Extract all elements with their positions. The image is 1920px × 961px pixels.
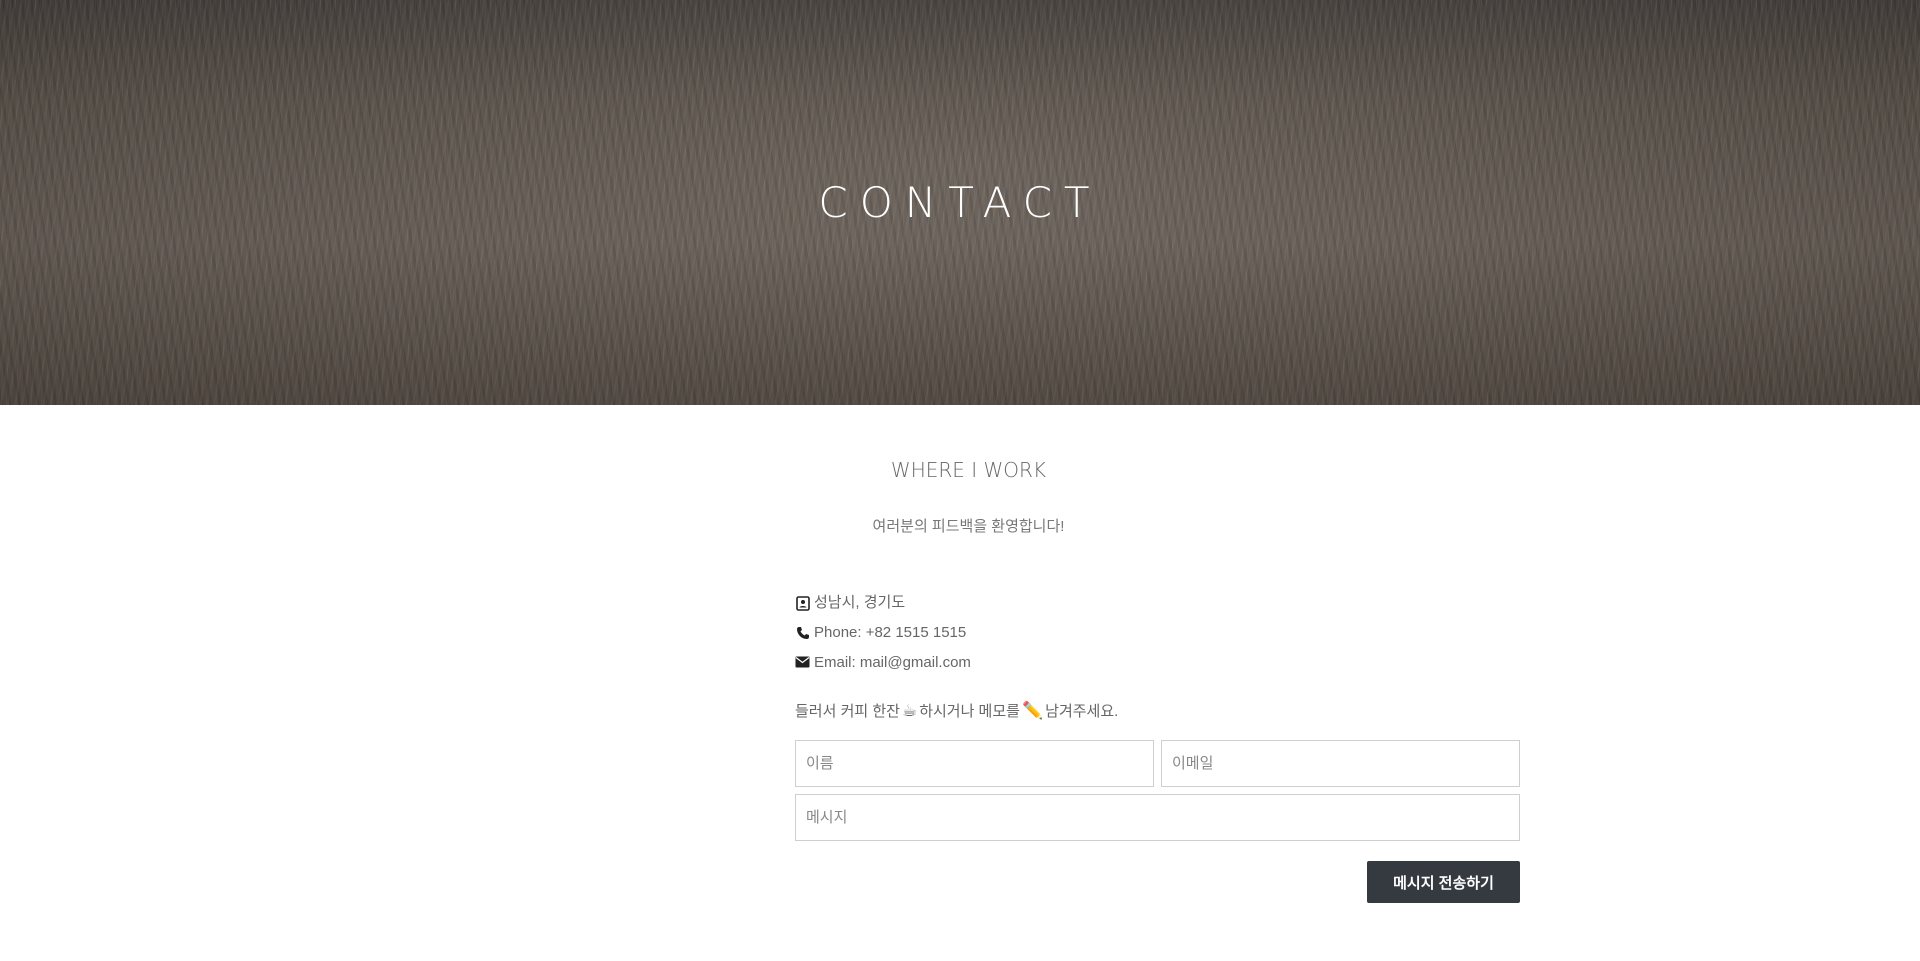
address-card-icon	[795, 595, 810, 611]
address-text: 성남시, 경기도	[814, 594, 906, 611]
section-title: WHERE I WORK	[890, 458, 1047, 482]
email-text: Email: mail@gmail.com	[814, 654, 971, 671]
envelope-icon	[795, 656, 810, 671]
phone-text: Phone: +82 1515 1515	[814, 624, 967, 641]
invite-part1: 들러서 커피 한잔	[795, 703, 900, 720]
invite-text: 들러서 커피 한잔 ☕ 하시거나 메모를 ✏️ 남겨주세요.	[795, 700, 1118, 721]
hero-banner: CONTACT	[0, 0, 1920, 405]
coffee-icon: ☕	[901, 700, 918, 720]
address-row: 성남시, 경기도	[795, 588, 971, 618]
name-field[interactable]	[795, 740, 1154, 787]
email-field[interactable]	[1161, 740, 1520, 787]
pencil-icon: ✏️	[1021, 700, 1044, 720]
page-title: CONTACT	[818, 178, 1102, 227]
phone-row: Phone: +82 1515 1515	[795, 618, 971, 648]
phone-icon	[795, 626, 810, 641]
contact-info: 성남시, 경기도 Phone: +82 1515 1515 Email: mai…	[795, 588, 971, 678]
message-field[interactable]	[795, 794, 1520, 841]
invite-part3: 남겨주세요.	[1045, 703, 1119, 720]
send-message-button[interactable]: 메시지 전송하기	[1367, 861, 1520, 903]
invite-part2: 하시거나 메모를	[919, 703, 1020, 720]
email-row: Email: mail@gmail.com	[795, 648, 971, 678]
section-subtitle: 여러분의 피드백을 환영합니다!	[872, 518, 1065, 535]
